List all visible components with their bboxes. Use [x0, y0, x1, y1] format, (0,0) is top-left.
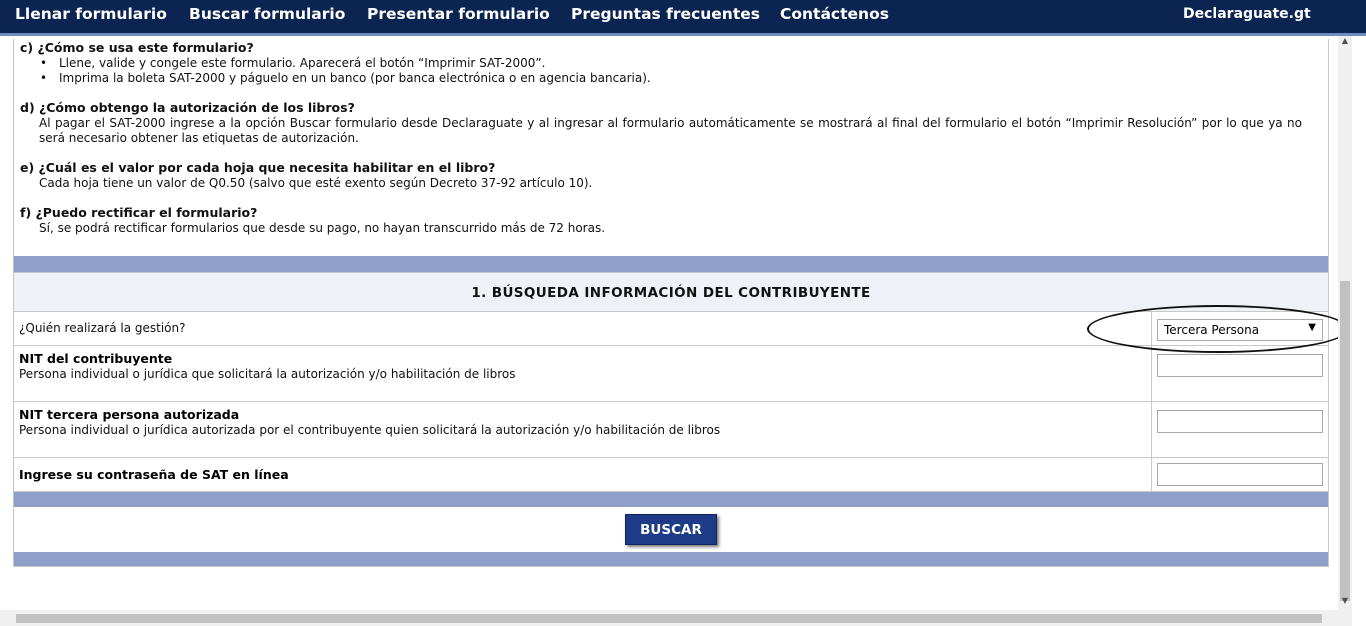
- form-row-nit-tercero: NIT tercera persona autorizada Persona i…: [14, 402, 1328, 458]
- nit-contribuyente-input[interactable]: [1157, 354, 1323, 377]
- faq-f: f) ¿Puedo rectificar el formulario? Sí, …: [20, 205, 1320, 236]
- buscar-button[interactable]: BUSCAR: [625, 514, 717, 545]
- nav-contactenos[interactable]: Contáctenos: [780, 5, 889, 23]
- gestion-label: ¿Quién realizará la gestión?: [19, 321, 186, 335]
- faq-question: d) ¿Cómo obtengo la autorización de los …: [20, 100, 355, 115]
- highlight-ellipse: [1087, 305, 1349, 353]
- triangle-down-icon[interactable]: ▼: [1338, 596, 1352, 608]
- faq-answer: Al pagar el SAT-2000 ingrese a la opción…: [39, 115, 1302, 146]
- nit-title: NIT del contribuyente: [19, 351, 173, 366]
- column-divider: [1151, 346, 1152, 401]
- list-item: • Llene, valide y congele este formulario…: [40, 56, 1320, 72]
- triangle-up-icon[interactable]: ▲: [1338, 36, 1352, 48]
- bullet-text: Llene, valide y congele este formulario.…: [59, 55, 546, 70]
- nit-description: Persona individual o jurídica que solici…: [19, 367, 516, 381]
- panel-right-border: [1328, 39, 1329, 567]
- vertical-scrollbar-thumb[interactable]: [1340, 281, 1350, 601]
- column-divider: [1151, 458, 1152, 491]
- brand-logo-text[interactable]: Declaraguate.gt: [1183, 6, 1311, 22]
- faq-c: c) ¿Cómo se usa este formulario? • Llene,…: [20, 40, 1320, 87]
- divider-strip: [14, 552, 1328, 566]
- nav-preguntas-frecuentes[interactable]: Preguntas frecuentes: [571, 5, 760, 23]
- horizontal-scrollbar[interactable]: [0, 610, 1352, 626]
- password-input[interactable]: [1157, 463, 1323, 486]
- faq-bullet-list: • Llene, valide y congele este formulario…: [20, 56, 1320, 87]
- form-row-password: Ingrese su contraseña de SAT en línea: [14, 458, 1328, 492]
- divider-strip: [14, 256, 1328, 272]
- faq-answer: Sí, se podrá rectificar formularios que …: [39, 220, 606, 235]
- vertical-scrollbar[interactable]: ▲ ▼: [1338, 36, 1352, 610]
- form-row-nit: NIT del contribuyente Persona individual…: [14, 346, 1328, 402]
- bullet-icon: •: [40, 55, 48, 70]
- password-title: Ingrese su contraseña de SAT en línea: [19, 467, 289, 482]
- bullet-text: Imprima la boleta SAT-2000 y páguelo en …: [59, 71, 651, 85]
- section-title: 1. BÚSQUEDA INFORMACIÓN DEL CONTRIBUYENT…: [471, 285, 871, 301]
- faq-question: e) ¿Cuál es el valor por cada hoja que n…: [20, 160, 496, 175]
- panel-bottom-border: [13, 566, 1329, 567]
- nav-buscar-formulario[interactable]: Buscar formulario: [189, 5, 345, 23]
- right-gutter: [1352, 36, 1366, 626]
- faq-answer: Cada hoja tiene un valor de Q0.50 (salvo…: [39, 175, 593, 190]
- faq-question: f) ¿Puedo rectificar el formulario?: [20, 205, 258, 220]
- faq-d: d) ¿Cómo obtengo la autorización de los …: [20, 100, 1320, 147]
- column-divider: [1151, 402, 1152, 457]
- bullet-icon: •: [40, 71, 48, 85]
- nav-presentar-formulario[interactable]: Presentar formulario: [367, 5, 550, 23]
- nit-tercero-input[interactable]: [1157, 410, 1323, 433]
- faq-question: c) ¿Cómo se usa este formulario?: [20, 40, 254, 55]
- faq-e: e) ¿Cuál es el valor por cada hoja que n…: [20, 160, 1320, 191]
- horizontal-scrollbar-thumb[interactable]: [16, 614, 1322, 623]
- nit-tercero-title: NIT tercera persona autorizada: [19, 407, 240, 422]
- top-navbar: Llenar formulario Buscar formulario Pres…: [0, 0, 1366, 36]
- divider-strip: [14, 492, 1328, 507]
- list-item: • Imprima la boleta SAT-2000 y páguelo en…: [40, 71, 1320, 87]
- section-header: 1. BÚSQUEDA INFORMACIÓN DEL CONTRIBUYENT…: [14, 272, 1328, 312]
- nit-tercero-description: Persona individual o jurídica autorizada…: [19, 423, 721, 437]
- nav-llenar-formulario[interactable]: Llenar formulario: [15, 5, 167, 23]
